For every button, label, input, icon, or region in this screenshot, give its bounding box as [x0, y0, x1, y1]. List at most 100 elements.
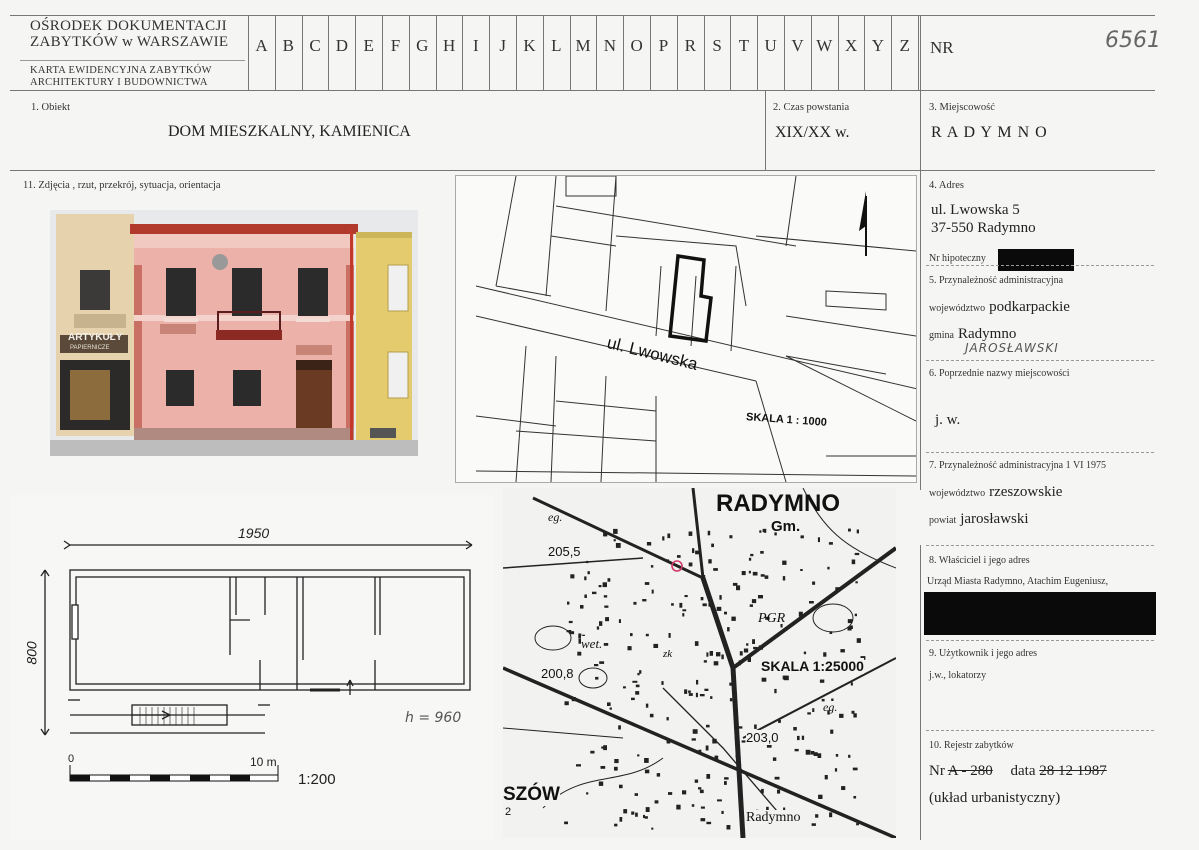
topo-building	[613, 528, 618, 534]
topo-building	[662, 536, 665, 541]
topo-building	[666, 717, 669, 721]
situation-map-drawing	[475, 176, 916, 482]
topo-building	[812, 708, 815, 712]
topo-eg2: eg.	[823, 700, 838, 714]
topo-building	[700, 806, 705, 809]
topo-building	[667, 533, 671, 539]
topo-building	[751, 599, 757, 604]
topo-building	[679, 602, 683, 608]
index-letter-y: Y	[871, 36, 885, 55]
topo-building	[748, 557, 752, 561]
topo-building	[813, 752, 818, 756]
field3-value: R A D Y M N O	[931, 124, 1048, 141]
topo-building	[605, 617, 609, 622]
topo-building	[604, 605, 609, 608]
topo-building	[724, 611, 727, 615]
topo-building	[854, 552, 860, 556]
topo-building	[692, 548, 695, 553]
index-letter-p: P	[658, 36, 669, 55]
topo-building	[741, 740, 746, 743]
topo-building	[812, 581, 816, 585]
topo-building	[800, 569, 803, 571]
topo-map: RADYMNO Gm. 205,5 200,8 203,0 PGR wet. e…	[503, 488, 896, 838]
topo-building	[650, 565, 654, 568]
header-bottom-rule	[10, 90, 1155, 91]
topo-building	[644, 582, 650, 585]
topo-building	[772, 757, 777, 761]
topo-building	[695, 550, 700, 555]
register-nr-label: Nr	[929, 763, 945, 779]
registry-card: ABCDEFGHI JKLMNOPRSTUVWXYZ OŚRODEK DOKUME…	[0, 0, 1199, 850]
topo-building	[564, 821, 568, 825]
topo-building	[694, 779, 699, 783]
topo-building	[668, 633, 671, 638]
topo-building	[713, 661, 719, 666]
field5-gmina-label: gmina	[929, 330, 954, 341]
field5-woj-label: województwo	[929, 303, 986, 314]
topo-building	[630, 633, 633, 637]
register-date-label: data	[1010, 763, 1036, 779]
field11-label: 11. Zdjęcia , rzut, przekrój, sytuacja, …	[23, 180, 221, 191]
topo-building	[754, 724, 757, 729]
field7-powiat-label: powiat	[929, 515, 957, 526]
topo-building	[848, 754, 851, 758]
topo-building	[758, 595, 763, 599]
topo-building	[761, 677, 767, 682]
field9-label: 9. Użytkownik i jego adres	[929, 648, 1038, 659]
topo-building	[645, 807, 650, 812]
index-letter-w: W	[816, 36, 833, 55]
index-letter-b: B	[282, 36, 294, 55]
field4-label: 4. Adres	[929, 180, 964, 191]
index-letter-v: V	[791, 36, 804, 55]
topo-building	[840, 649, 845, 653]
hip-label: Nr hipoteczny	[929, 253, 986, 264]
topo-building	[651, 827, 654, 830]
topo-building	[694, 641, 699, 646]
topo-building	[829, 631, 833, 634]
topo-building	[710, 696, 713, 699]
topo-building	[609, 707, 612, 710]
topo-building	[701, 575, 706, 578]
topo-building	[706, 652, 709, 657]
topo-building	[615, 543, 621, 548]
topo-building	[750, 553, 754, 557]
topo-building	[817, 753, 822, 758]
field7-woj-value: rzeszowskie	[989, 484, 1063, 500]
topo-building	[853, 713, 857, 718]
topo-building	[724, 781, 727, 785]
topo-building	[716, 652, 721, 657]
topo-building	[703, 660, 707, 663]
topo-building	[688, 693, 693, 696]
field9-value: j.w., lokatorzy	[929, 670, 987, 681]
topo-building	[598, 585, 602, 588]
topo-building	[595, 676, 599, 680]
topo-building	[856, 823, 859, 826]
handwritten-note: JAROSŁAWSKI	[965, 341, 1059, 355]
right-column-divider	[920, 15, 921, 490]
scale-zero: 0	[68, 753, 75, 765]
topo-building	[576, 764, 581, 767]
topo-building	[619, 784, 623, 789]
topo-building	[760, 551, 764, 554]
index-letter-m: M	[575, 36, 591, 55]
topo-building	[829, 812, 833, 818]
topo-building	[676, 804, 681, 810]
topo-building	[702, 603, 707, 607]
topo-building	[729, 682, 734, 686]
topo-building	[732, 582, 738, 586]
topo-building	[707, 530, 711, 536]
topo-building	[603, 745, 607, 751]
topo-building	[746, 643, 749, 646]
topo-building	[644, 758, 649, 763]
topo-elev3: 203,0	[746, 730, 779, 745]
field7-woj-label: województwo	[929, 488, 986, 499]
topo-building	[782, 576, 786, 581]
topo-building	[713, 568, 718, 571]
register-line: Nr A - 280 data 28 12 1987	[929, 763, 1107, 780]
topo-building	[760, 574, 765, 577]
topo-building	[708, 559, 712, 564]
topo-building	[851, 559, 856, 565]
topo-building	[735, 753, 741, 758]
floor-plan: 1950 800 h = 960 0 10 m 1:200	[10, 495, 494, 840]
topo-building	[782, 560, 787, 565]
